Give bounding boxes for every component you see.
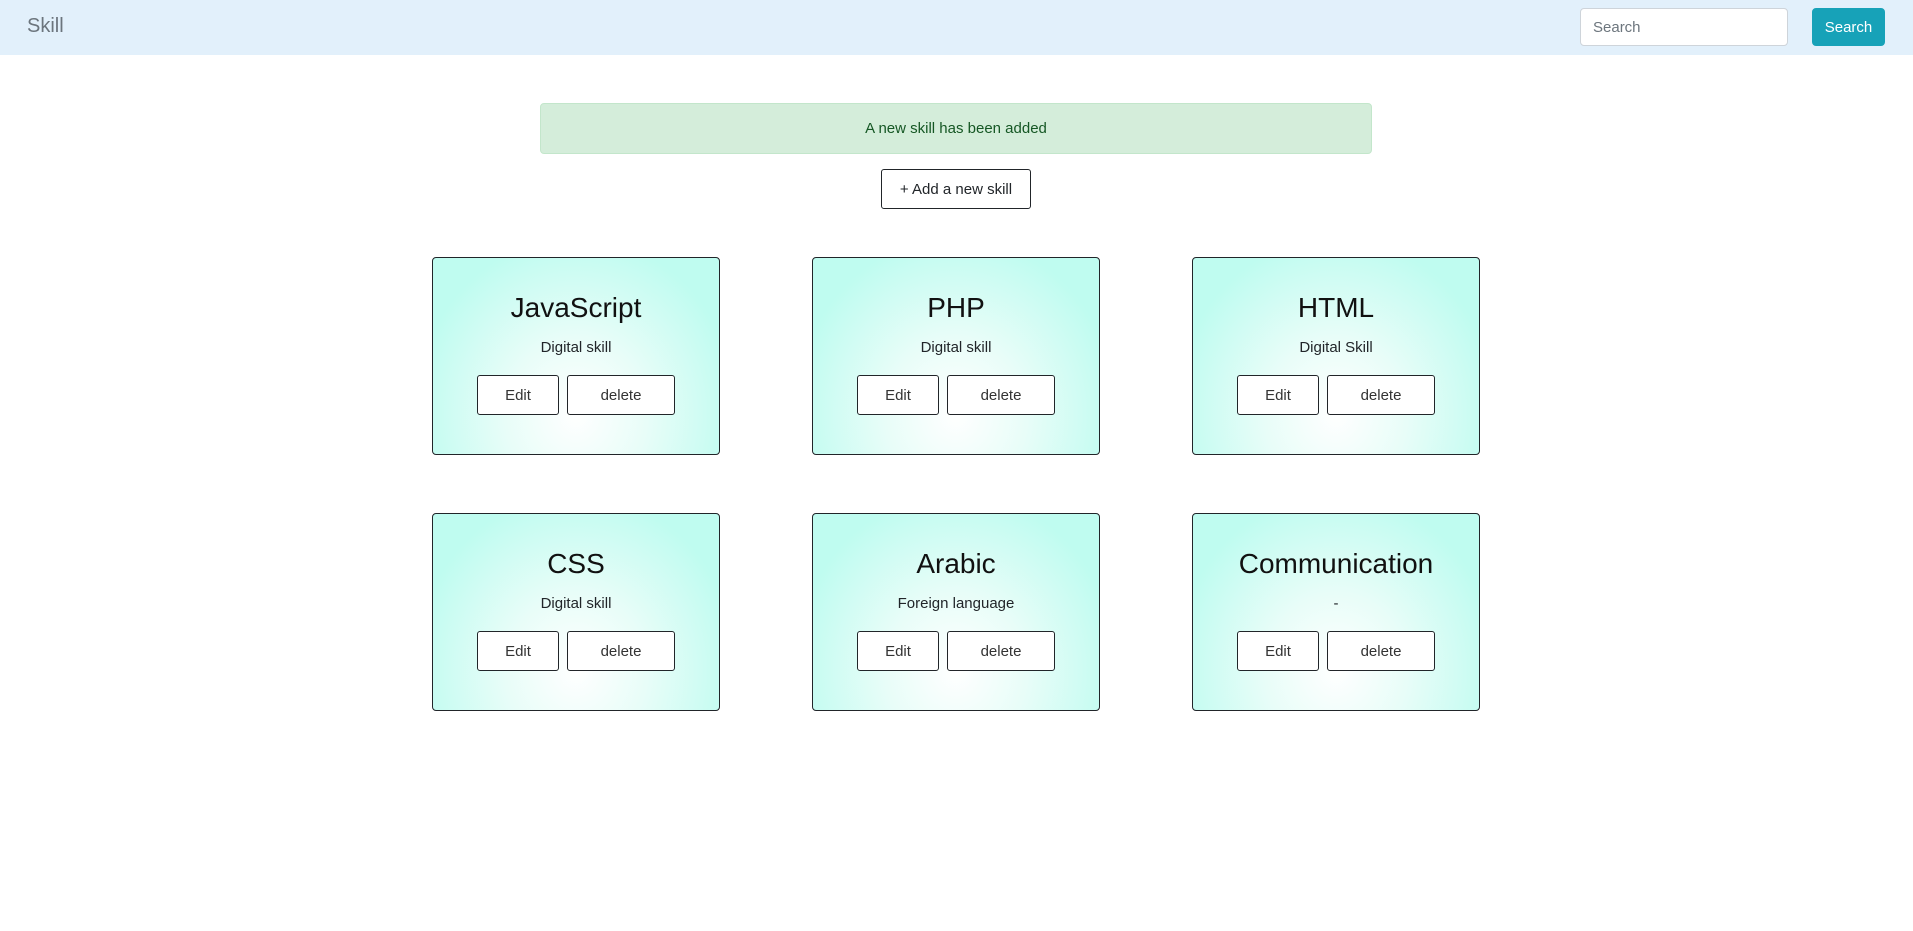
skill-category: Foreign language (897, 595, 1015, 612)
alert-message: A new skill has been added (865, 120, 1047, 137)
edit-button[interactable]: Edit (477, 631, 559, 671)
card-actions: Edit delete (1193, 631, 1479, 671)
skill-name: CSS (547, 548, 605, 579)
skill-name: PHP (927, 292, 985, 323)
card-actions: Edit delete (1193, 375, 1479, 415)
edit-button[interactable]: Edit (1237, 631, 1319, 671)
brand-link[interactable]: Skill (27, 15, 64, 38)
add-skill-button[interactable]: + Add a new skill (881, 169, 1031, 209)
card-actions: Edit delete (433, 631, 719, 671)
edit-button[interactable]: Edit (1237, 375, 1319, 415)
skill-card-html: HTML Digital Skill Edit delete (1192, 257, 1480, 455)
success-alert: A new skill has been added (540, 103, 1372, 154)
skill-card-css: CSS Digital skill Edit delete (432, 513, 720, 711)
skill-category: Digital skill (920, 339, 992, 356)
delete-button[interactable]: delete (567, 375, 675, 415)
edit-button[interactable]: Edit (857, 375, 939, 415)
delete-button[interactable]: delete (1327, 631, 1435, 671)
card-actions: Edit delete (813, 631, 1099, 671)
edit-button[interactable]: Edit (857, 631, 939, 671)
edit-button[interactable]: Edit (477, 375, 559, 415)
delete-button[interactable]: delete (1327, 375, 1435, 415)
skill-name: Arabic (916, 548, 996, 579)
card-actions: Edit delete (813, 375, 1099, 415)
navbar: Skill Search (0, 0, 1913, 55)
skill-category: Digital Skill (1299, 339, 1373, 356)
search-button[interactable]: Search (1812, 8, 1885, 46)
delete-button[interactable]: delete (947, 631, 1055, 671)
skill-category: - (1333, 595, 1339, 612)
delete-button[interactable]: delete (947, 375, 1055, 415)
skill-category: Digital skill (540, 339, 612, 356)
skill-card-arabic: Arabic Foreign language Edit delete (812, 513, 1100, 711)
skill-name: JavaScript (510, 292, 642, 323)
delete-button[interactable]: delete (567, 631, 675, 671)
skill-name: Communication (1238, 548, 1434, 579)
skill-category: Digital skill (540, 595, 612, 612)
skill-card-php: PHP Digital skill Edit delete (812, 257, 1100, 455)
skill-card-javascript: JavaScript Digital skill Edit delete (432, 257, 720, 455)
card-actions: Edit delete (433, 375, 719, 415)
search-input[interactable] (1580, 8, 1788, 46)
skill-name: HTML (1297, 292, 1375, 323)
skill-card-communication: Communication - Edit delete (1192, 513, 1480, 711)
